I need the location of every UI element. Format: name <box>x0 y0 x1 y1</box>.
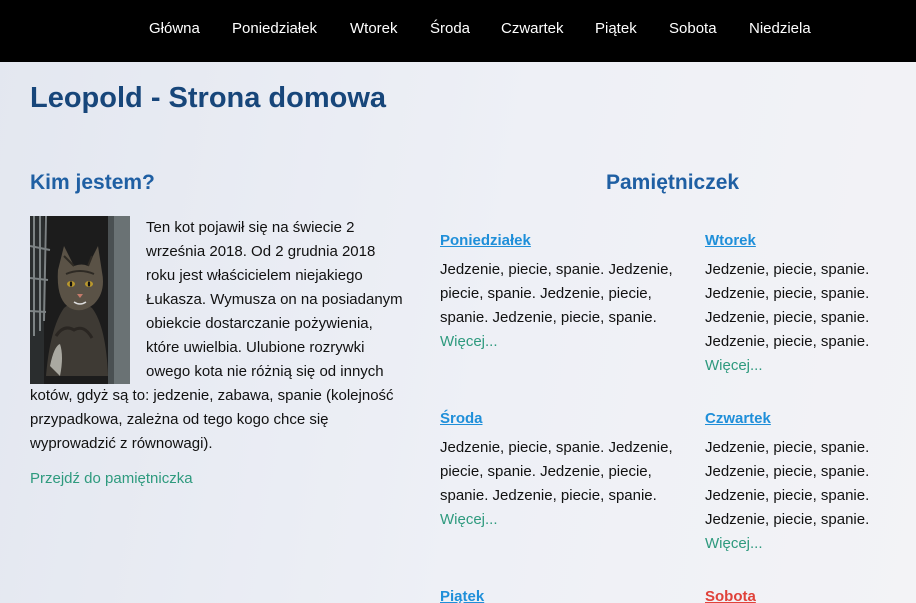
nav-link-sobota[interactable]: Sobota <box>669 20 717 37</box>
entry-text: Jedzenie, piecie, spanie. Jedzenie, piec… <box>440 439 673 504</box>
entry-text: Jedzenie, piecie, spanie. Jedzenie, piec… <box>705 261 870 350</box>
diary-entry-poniedzialek: Poniedziałek Jedzenie, piecie, spanie. J… <box>440 229 680 354</box>
go-to-diary-link[interactable]: Przejdź do pamiętniczka <box>30 470 193 487</box>
page-title: Leopold - Strona domowa <box>30 82 387 114</box>
diary-entry-sroda: Środa Jedzenie, piecie, spanie. Jedzenie… <box>440 407 680 532</box>
nav-link-wtorek[interactable]: Wtorek <box>350 20 398 37</box>
about-section: Ten kot pojawił się na świecie 2 wrześni… <box>30 216 408 456</box>
more-link[interactable]: Więcej... <box>440 330 680 354</box>
diary-entry-piatek: Piątek <box>440 585 680 603</box>
entry-text: Jedzenie, piecie, spanie. Jedzenie, piec… <box>705 439 870 528</box>
about-heading: Kim jestem? <box>30 171 155 194</box>
more-link[interactable]: Więcej... <box>705 354 875 378</box>
entry-text: Jedzenie, piecie, spanie. Jedzenie, piec… <box>440 261 673 326</box>
nav-link-sroda[interactable]: Środa <box>430 20 470 37</box>
top-navigation: Główna Poniedziałek Wtorek Środa Czwarte… <box>0 0 916 62</box>
diary-entry-czwartek: Czwartek Jedzenie, piecie, spanie. Jedze… <box>705 407 875 556</box>
diary-entry-sobota: Sobota <box>705 585 916 603</box>
diary-entry-wtorek: Wtorek Jedzenie, piecie, spanie. Jedzeni… <box>705 229 875 378</box>
entry-day-link[interactable]: Sobota <box>705 585 916 603</box>
nav-link-niedziela[interactable]: Niedziela <box>749 20 811 37</box>
more-link[interactable]: Więcej... <box>440 508 680 532</box>
entry-day-link[interactable]: Piątek <box>440 585 680 603</box>
nav-link-poniedzialek[interactable]: Poniedziałek <box>232 20 317 37</box>
photo-spacer <box>30 216 146 384</box>
entry-day-link[interactable]: Czwartek <box>705 407 875 431</box>
entry-day-link[interactable]: Poniedziałek <box>440 229 680 253</box>
diary-heading: Pamiętniczek <box>606 171 740 194</box>
entry-day-link[interactable]: Środa <box>440 407 680 431</box>
more-link[interactable]: Więcej... <box>705 532 875 556</box>
nav-link-czwartek[interactable]: Czwartek <box>501 20 564 37</box>
nav-link-piatek[interactable]: Piątek <box>595 20 637 37</box>
nav-link-glowna[interactable]: Główna <box>149 20 200 37</box>
entry-day-link[interactable]: Wtorek <box>705 229 875 253</box>
